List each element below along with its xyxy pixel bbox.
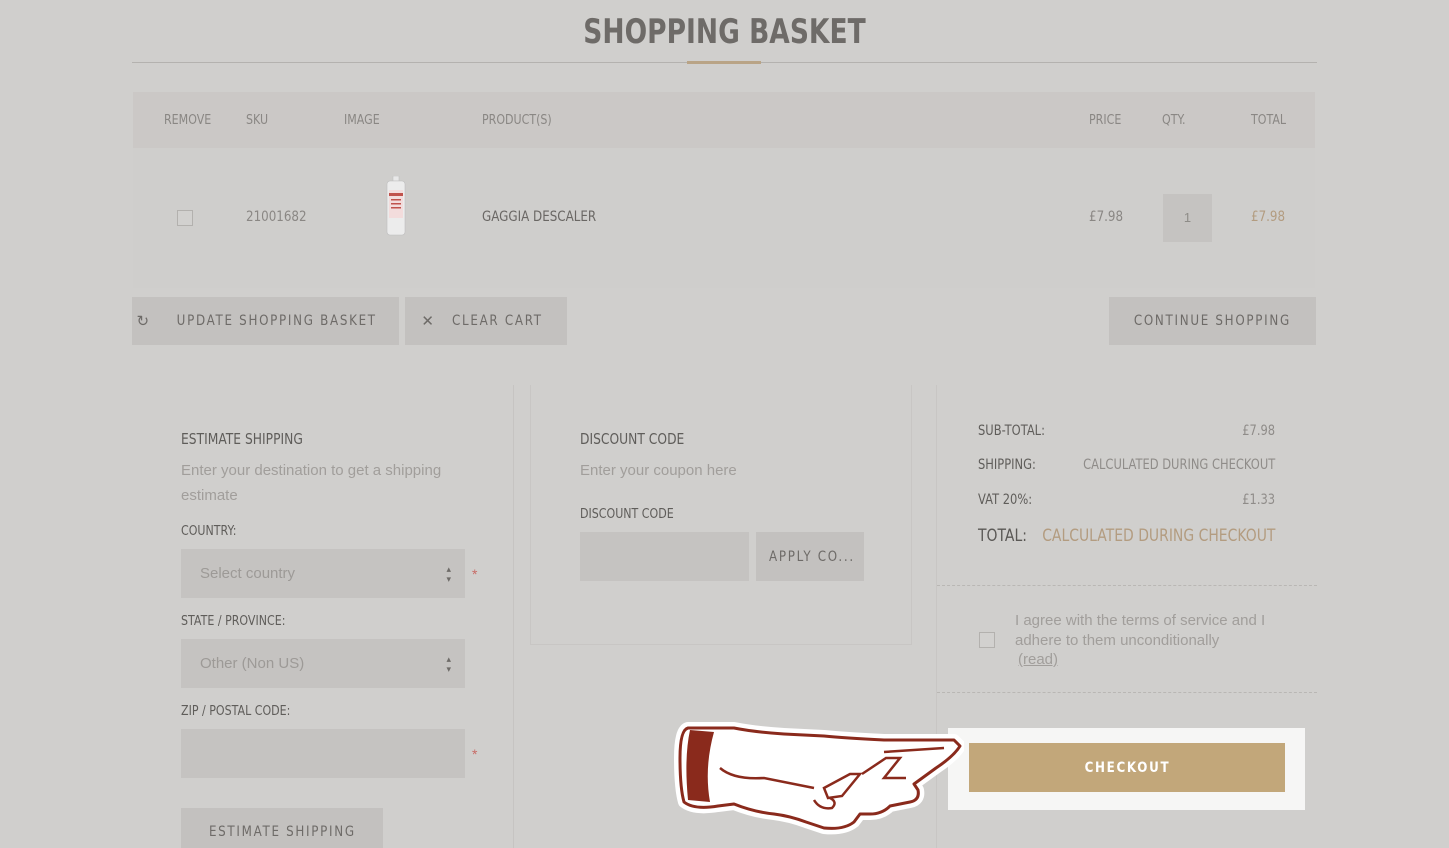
- discount-code-description: Enter your coupon here: [580, 462, 737, 479]
- vat-value: £1.33: [1242, 492, 1275, 508]
- item-product-name[interactable]: GAGGIA DESCALER: [482, 209, 596, 225]
- clear-cart-button[interactable]: ✕ CLEAR CART: [405, 297, 567, 345]
- total-value: CALCULATED DURING CHECKOUT: [1041, 526, 1275, 546]
- shipping-value: CALCULATED DURING CHECKOUT: [1082, 457, 1275, 473]
- item-sku: 21001682: [246, 209, 307, 225]
- terms-read-link[interactable]: (read): [1018, 651, 1058, 668]
- estimate-shipping-description: Enter your destination to get a shipping…: [181, 462, 442, 504]
- subtotal-value: £7.98: [1242, 423, 1275, 439]
- update-basket-label: UPDATE SHOPPING BASKET: [176, 313, 377, 329]
- column-header-product: PRODUCT(S): [482, 113, 552, 128]
- total-label: TOTAL:: [978, 526, 1027, 546]
- product-image[interactable]: [384, 176, 408, 236]
- column-header-remove: REMOVE: [164, 113, 212, 128]
- item-total: £7.98: [1251, 209, 1286, 225]
- apply-coupon-button[interactable]: APPLY CO...: [756, 532, 864, 581]
- apply-coupon-label: APPLY CO...: [769, 548, 855, 565]
- estimate-shipping-button[interactable]: ESTIMATE SHIPPING: [181, 808, 383, 848]
- column-header-qty: QTY.: [1162, 113, 1186, 128]
- terms-divider: [937, 692, 1317, 693]
- zip-input[interactable]: [181, 729, 465, 778]
- page-title: SHOPPING BASKET: [583, 12, 866, 52]
- remove-item-checkbox[interactable]: [177, 210, 193, 226]
- terms-of-service-checkbox[interactable]: [979, 632, 995, 648]
- select-arrows-icon: ▴ ▾: [446, 654, 451, 674]
- cart-table-header: REMOVE SKU IMAGE PRODUCT(S) PRICE QTY. T…: [133, 92, 1315, 148]
- title-accent-bar: [687, 61, 761, 64]
- column-header-image: IMAGE: [344, 113, 380, 128]
- required-marker: *: [472, 566, 478, 582]
- column-header-price: PRICE: [1089, 113, 1122, 128]
- checkout-button[interactable]: CHECKOUT: [969, 743, 1285, 792]
- item-price: £7.98: [1089, 209, 1124, 225]
- vat-label: VAT 20%:: [978, 492, 1033, 508]
- country-select-value: Select country: [200, 565, 296, 582]
- estimate-shipping-button-label: ESTIMATE SHIPPING: [208, 824, 356, 840]
- country-select[interactable]: Select country ▴ ▾: [181, 549, 465, 598]
- continue-shopping-label: CONTINUE SHOPPING: [1133, 313, 1292, 329]
- terms-of-service-text: I agree with the terms of service and I …: [1015, 612, 1266, 649]
- select-arrows-icon: ▴ ▾: [446, 564, 451, 584]
- totals-divider: [937, 585, 1317, 586]
- estimate-shipping-title: ESTIMATE SHIPPING: [181, 430, 303, 448]
- shipping-label: SHIPPING:: [978, 457, 1036, 473]
- pointing-hand-icon: [674, 722, 964, 835]
- subtotal-label: SUB-TOTAL:: [978, 423, 1045, 439]
- country-label: COUNTRY:: [181, 524, 237, 539]
- state-select-value: Other (Non US): [200, 655, 305, 672]
- state-select[interactable]: Other (Non US) ▴ ▾: [181, 639, 465, 688]
- refresh-icon: ↻: [136, 312, 152, 330]
- quantity-input[interactable]: 1: [1163, 194, 1212, 242]
- update-basket-button[interactable]: ↻ UPDATE SHOPPING BASKET: [132, 297, 399, 345]
- close-icon: ✕: [421, 312, 436, 330]
- zip-label: ZIP / POSTAL CODE:: [181, 704, 291, 719]
- cart-table: REMOVE SKU IMAGE PRODUCT(S) PRICE QTY. T…: [133, 92, 1315, 288]
- column-header-sku: SKU: [246, 113, 269, 128]
- required-marker: *: [472, 746, 478, 762]
- clear-cart-label: CLEAR CART: [451, 313, 543, 329]
- column-header-total: TOTAL: [1251, 113, 1287, 128]
- state-label: STATE / PROVINCE:: [181, 614, 286, 629]
- discount-code-input[interactable]: [580, 532, 749, 581]
- continue-shopping-button[interactable]: CONTINUE SHOPPING: [1109, 297, 1316, 345]
- checkout-button-label: CHECKOUT: [1084, 759, 1170, 776]
- discount-code-label: DISCOUNT CODE: [580, 507, 674, 522]
- discount-code-title: DISCOUNT CODE: [580, 430, 685, 448]
